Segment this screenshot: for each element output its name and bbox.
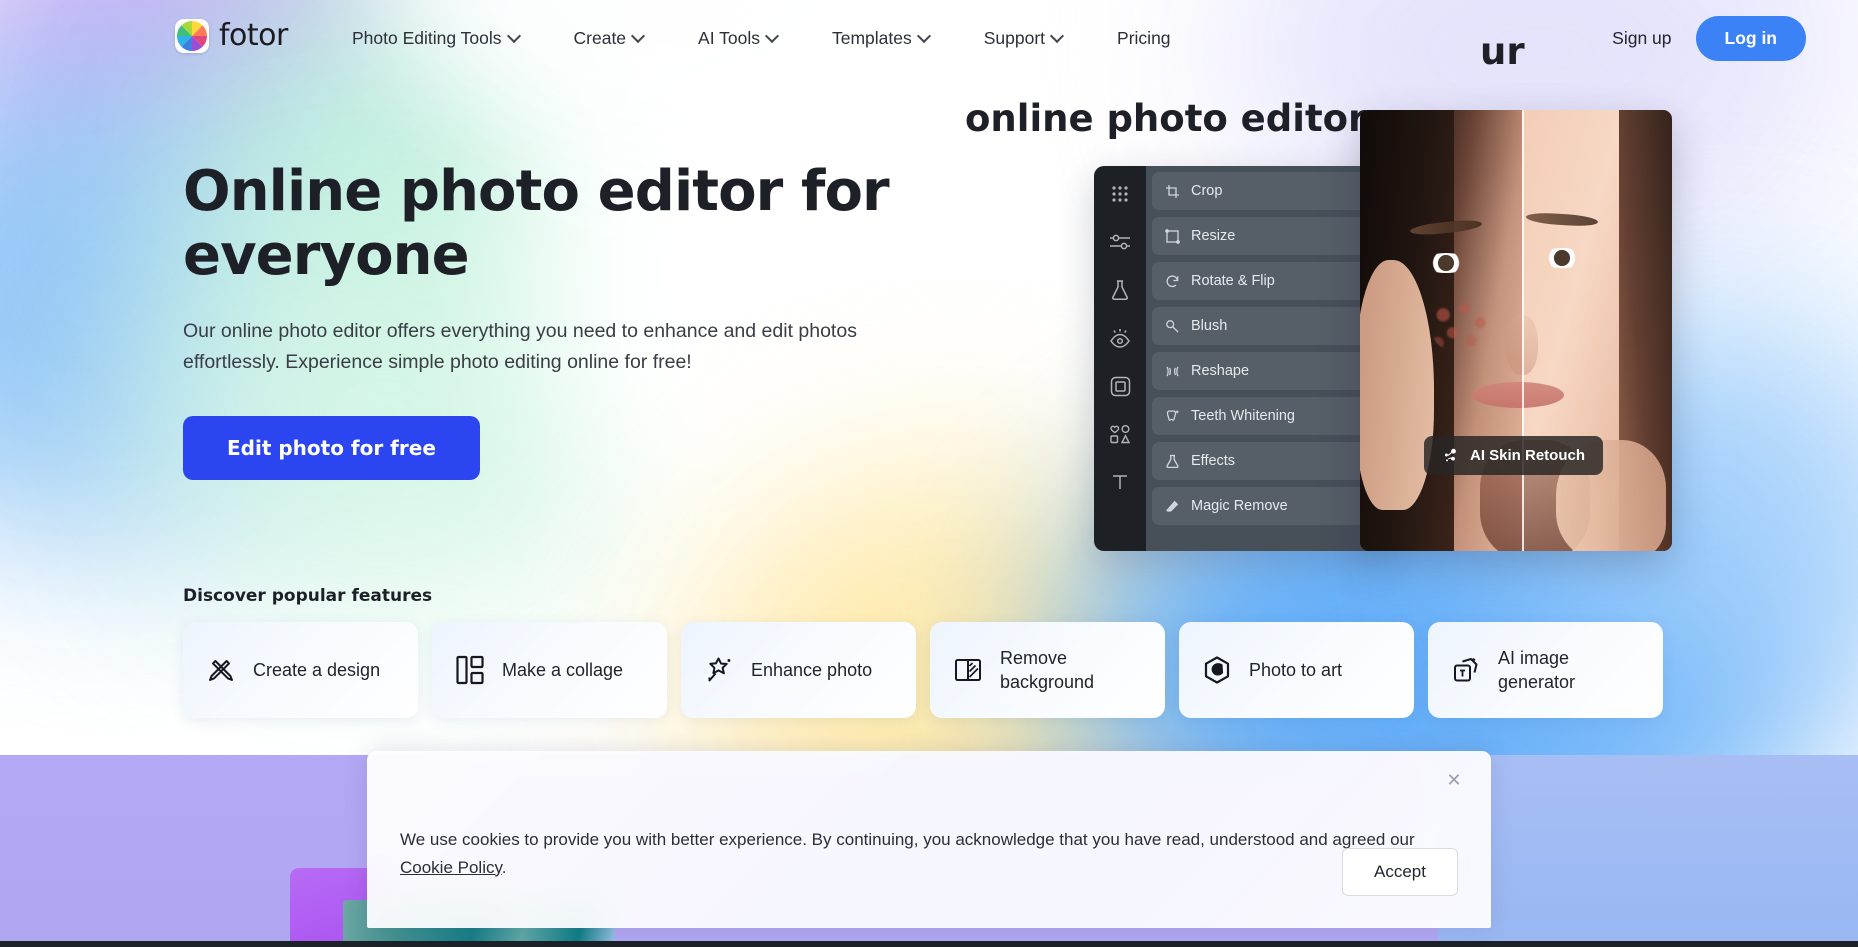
page-root: online photo editor ur fotor Photo Editi… xyxy=(0,0,1858,947)
chevron-down-icon xyxy=(767,31,778,42)
edit-photo-for-free-button[interactable]: Edit photo for free xyxy=(183,416,480,481)
feature-card-ai-image-generator[interactable]: AI image generator xyxy=(1428,622,1663,718)
feature-label: Remove background xyxy=(1000,647,1095,692)
editor-menu-item-crop[interactable]: Crop xyxy=(1152,172,1381,210)
editor-menu-item-blush[interactable]: Blush xyxy=(1152,307,1381,345)
page-title: Online photo editor for everyone xyxy=(183,159,890,288)
menu-label: Teeth Whitening xyxy=(1191,408,1295,424)
before-after-divider[interactable] xyxy=(1522,110,1525,551)
flask-icon[interactable] xyxy=(1107,277,1133,303)
feature-card-enhance-photo[interactable]: Enhance photo xyxy=(681,622,916,718)
editor-menu-item-resize[interactable]: Resize xyxy=(1152,217,1381,255)
log-in-button[interactable]: Log in xyxy=(1695,16,1806,61)
nav-label: Support xyxy=(983,28,1046,48)
menu-label: Effects xyxy=(1191,453,1236,469)
lower-section-heading: online photo editor xyxy=(965,97,1367,140)
eye-icon[interactable] xyxy=(1107,325,1133,351)
editor-menu-item-rotate-flip[interactable]: Rotate & Flip xyxy=(1152,262,1381,300)
menu-label: Blush xyxy=(1191,318,1228,334)
text-icon[interactable] xyxy=(1107,469,1133,495)
chevron-down-icon xyxy=(633,31,644,42)
feature-label: Make a collage xyxy=(502,659,624,680)
feature-label: Photo to art xyxy=(1249,659,1343,680)
ai-image-generator-icon xyxy=(1450,654,1482,686)
cookie-banner-text: We use cookies to provide you with bette… xyxy=(400,826,1420,881)
nav-item-pricing[interactable]: Pricing xyxy=(1090,0,1198,77)
remove-background-icon xyxy=(952,654,984,686)
feature-card-make-a-collage[interactable]: Make a collage xyxy=(432,622,667,718)
feature-card-photo-to-art[interactable]: Photo to art xyxy=(1179,622,1414,718)
menu-label: Rotate & Flip xyxy=(1191,273,1275,289)
photo-to-art-icon xyxy=(1201,654,1233,686)
portrait-blemishes xyxy=(1430,298,1496,354)
portrait-lips xyxy=(1472,382,1564,408)
magic-wand-icon xyxy=(703,654,735,686)
editor-menu-item-effects[interactable]: Effects xyxy=(1152,442,1381,480)
menu-label: Resize xyxy=(1191,228,1236,244)
nav-item-support[interactable]: Support xyxy=(957,0,1090,77)
accept-button[interactable]: Accept xyxy=(1342,848,1458,896)
nav-item-create[interactable]: Create xyxy=(547,0,672,77)
ai-skin-retouch-icon xyxy=(1444,448,1456,462)
main-navigation: Photo Editing Tools Create AI Tools Temp… xyxy=(325,0,1198,77)
nav-label: Create xyxy=(573,28,627,48)
lower-dark-strip xyxy=(0,941,1858,947)
menu-label: Magic Remove xyxy=(1191,498,1288,514)
nav-label: Photo Editing Tools xyxy=(352,28,502,48)
design-tools-icon xyxy=(205,654,237,686)
features-card-row: Create a design Make a collage Enhance p… xyxy=(183,622,1663,718)
hero-subheading: Our online photo editor offers everythin… xyxy=(183,319,857,373)
chevron-down-icon xyxy=(509,31,520,42)
feature-label: AI image generator xyxy=(1498,647,1576,692)
hero-content: Online photo editor for everyone Our onl… xyxy=(183,159,943,481)
sign-up-link[interactable]: Sign up xyxy=(1612,28,1671,49)
frame-icon[interactable] xyxy=(1107,373,1133,399)
portrait-eye-left xyxy=(1422,253,1470,273)
cookie-policy-link[interactable]: Cookie Policy xyxy=(400,858,502,877)
nav-item-templates[interactable]: Templates xyxy=(805,0,957,77)
chevron-down-icon xyxy=(1052,31,1063,42)
cookie-text-before: We use cookies to provide you with bette… xyxy=(400,830,1415,849)
feature-label: Create a design xyxy=(253,659,381,680)
collage-icon xyxy=(454,654,486,686)
portrait-eye-right xyxy=(1538,248,1586,268)
nav-label: Templates xyxy=(831,28,912,48)
nav-item-ai-tools[interactable]: AI Tools xyxy=(671,0,805,77)
features-section-title: Discover popular features xyxy=(183,586,433,606)
menu-label: Reshape xyxy=(1191,363,1250,379)
editor-menu-list: Crop Resize Rotate & Flip Blush Reshape … xyxy=(1146,166,1387,551)
grid-dots-icon[interactable] xyxy=(1107,181,1133,207)
brand-logo[interactable]: fotor xyxy=(175,18,288,53)
tooltip-label: AI Skin Retouch xyxy=(1470,447,1586,464)
editor-menu-item-teeth-whitening[interactable]: Teeth Whitening xyxy=(1152,397,1381,435)
nav-label: AI Tools xyxy=(698,28,760,48)
before-after-portrait: AI Skin Retouch xyxy=(1360,110,1672,551)
lower-section-right-panel xyxy=(1438,755,1858,947)
editor-mockup-panel: Crop Resize Rotate & Flip Blush Reshape … xyxy=(1094,166,1387,551)
cookie-text-after: . xyxy=(501,857,507,877)
fotor-colorwheel-logo-icon xyxy=(175,18,209,53)
chevron-down-icon xyxy=(919,31,930,42)
editor-menu-item-magic-remove[interactable]: Magic Remove xyxy=(1152,487,1381,525)
feature-label: Enhance photo xyxy=(751,659,873,680)
feature-card-create-a-design[interactable]: Create a design xyxy=(183,622,418,718)
shapes-icon[interactable] xyxy=(1107,421,1133,447)
nav-label: Pricing xyxy=(1117,28,1171,48)
menu-label: Crop xyxy=(1191,183,1223,199)
auth-actions: Sign up Log in xyxy=(1612,0,1806,77)
cookie-banner: ✕ We use cookies to provide you with bet… xyxy=(367,751,1491,928)
editor-tool-rail xyxy=(1094,166,1146,551)
editor-menu-item-reshape[interactable]: Reshape xyxy=(1152,352,1381,390)
feature-card-remove-background[interactable]: Remove background xyxy=(930,622,1165,718)
brand-name: fotor xyxy=(219,18,288,53)
close-icon[interactable]: ✕ xyxy=(1443,769,1465,791)
ai-skin-retouch-tooltip: AI Skin Retouch xyxy=(1424,436,1604,475)
nav-item-photo-editing-tools[interactable]: Photo Editing Tools xyxy=(325,0,547,77)
sliders-icon[interactable] xyxy=(1107,229,1133,255)
site-header: fotor Photo Editing Tools Create AI Tool… xyxy=(0,0,1858,77)
